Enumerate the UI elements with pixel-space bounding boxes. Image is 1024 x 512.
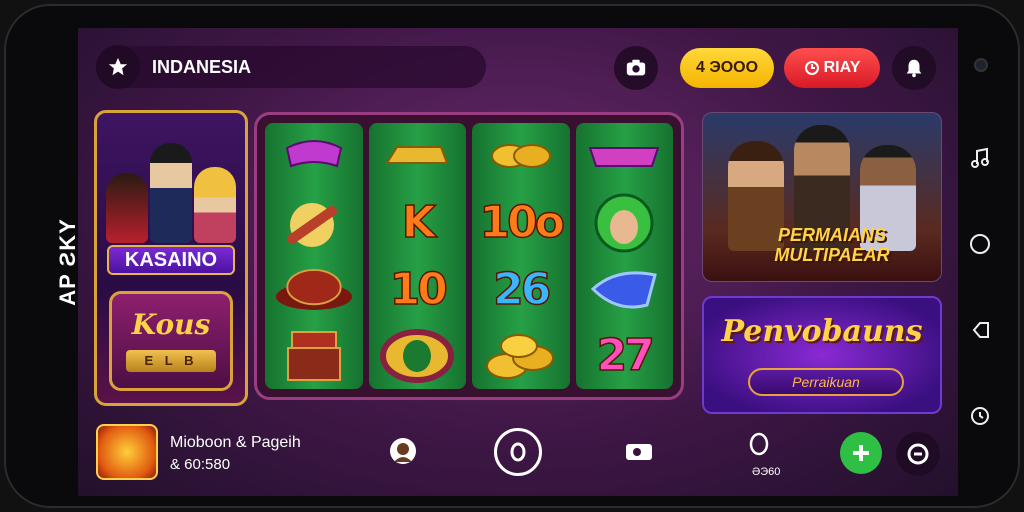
promo-subtitle: Perraikuan <box>748 368 904 396</box>
top-bar: INDANESIA 4 ЭООО RIAY <box>96 45 942 90</box>
ring-symbol <box>377 326 457 386</box>
search-nav-button[interactable] <box>742 428 776 462</box>
tournament-promo-card[interactable]: Penvobauns Perraikuan <box>702 296 942 414</box>
twenty-six-symbol: 26 <box>492 263 552 316</box>
bottom-bar: Mioboon & Pageih & 60:580 ƏЭ60 <box>96 424 942 484</box>
camera-button[interactable] <box>614 46 658 90</box>
camera-icon <box>626 59 646 76</box>
promo-title: Penvobauns <box>721 314 923 349</box>
current-game-thumbnail[interactable] <box>96 424 158 480</box>
multiplayer-title-line1: PERMAIANS <box>777 225 886 245</box>
casino-sub-panel: Kous E L B <box>109 291 233 391</box>
coins-balance[interactable]: 4 ЭООО <box>680 48 774 88</box>
region-label: INDANESIA <box>152 56 252 77</box>
ten-o-symbol: 10o <box>479 197 566 250</box>
multiplayer-title: PERMAIANS MULTIPAEAR <box>743 225 921 265</box>
search-icon <box>749 432 769 456</box>
app-screen: INDANESIA 4 ЭООО RIAY KASAINO Kous E L B… <box>78 28 958 496</box>
side-label: AP ƧKY <box>54 218 80 306</box>
bell-icon <box>906 59 922 78</box>
gem-symbol <box>584 259 664 319</box>
game-score: & 60:580 <box>170 456 231 473</box>
reel-1 <box>265 123 363 389</box>
avatar-icon <box>390 438 416 464</box>
letter-k-symbol: K <box>401 197 437 250</box>
casino-title: KASAINO <box>107 245 235 275</box>
cannon-symbol <box>274 193 354 253</box>
multiplayer-title-line2: MULTIPAEAR <box>774 245 890 265</box>
star-icon <box>108 57 128 76</box>
chest-symbol <box>274 326 354 386</box>
twenty-seven-symbol: 27 <box>596 330 656 383</box>
add-button[interactable] <box>840 432 882 474</box>
ten-symbol: 10 <box>389 263 449 316</box>
coins-value: 4 ЭООО <box>695 59 759 76</box>
play-button[interactable]: RIAY <box>784 48 880 88</box>
hat-symbol <box>274 259 354 319</box>
casino-promo-card[interactable]: KASAINO Kous E L B <box>94 110 248 406</box>
front-camera <box>974 58 988 72</box>
video-camera-icon <box>626 444 652 460</box>
game-name: Mioboon & Pageih <box>170 434 301 451</box>
casino-hosts-image <box>105 133 237 243</box>
gold-bar-symbol <box>377 126 457 186</box>
back-icon[interactable] <box>968 318 992 342</box>
nav-score: ƏЭ60 <box>752 466 781 478</box>
reel-4: 27 <box>575 123 673 389</box>
refresh-icon <box>804 61 819 75</box>
home-nav-button[interactable] <box>494 428 542 476</box>
home-circle-icon <box>510 442 526 462</box>
link-icon <box>907 443 929 465</box>
reel-2: K 10 <box>368 123 466 389</box>
coins-symbol-top <box>481 126 561 186</box>
coins-symbol <box>481 326 561 386</box>
play-label: RIAY <box>823 59 861 76</box>
camera-nav-button[interactable] <box>622 434 656 468</box>
face-symbol <box>584 193 664 253</box>
casino-subtitle: Kous <box>131 308 211 341</box>
notifications-button[interactable] <box>892 46 936 90</box>
casino-ribbon: E L B <box>126 350 216 372</box>
multiplayer-card[interactable]: PERMAIANS MULTIPAEAR <box>702 112 942 282</box>
share-button[interactable] <box>896 432 940 476</box>
region-bar[interactable]: INDANESIA <box>96 45 486 89</box>
system-nav <box>968 146 992 428</box>
plus-icon <box>853 445 869 461</box>
home-circle-icon[interactable] <box>968 232 992 256</box>
phone-frame: AP ƧKY INDANESIA 4 ЭООО RIAY KASAINO Kou… <box>4 4 1020 508</box>
reel-3: 10o 26 <box>472 123 570 389</box>
profile-nav-button[interactable] <box>386 434 420 468</box>
banner-symbol <box>584 126 664 186</box>
star-button[interactable] <box>96 45 140 89</box>
candy-symbol <box>274 126 354 186</box>
slot-machine[interactable]: K 10 10o 26 27 <box>254 112 684 400</box>
music-icon[interactable] <box>968 146 992 170</box>
recent-icon[interactable] <box>968 404 992 428</box>
